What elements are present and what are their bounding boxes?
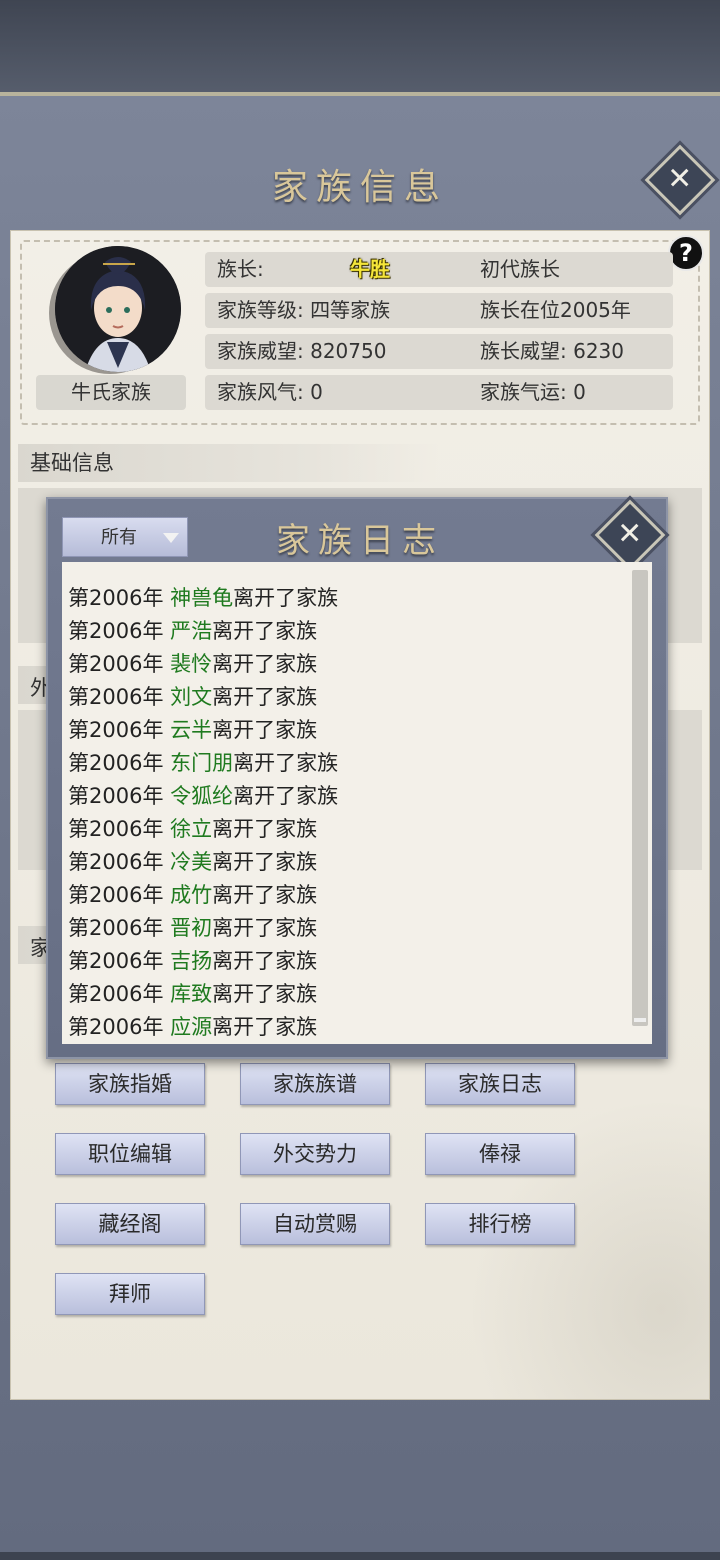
position-edit-button[interactable]: 职位编辑	[55, 1133, 205, 1175]
log-entry: 第2006年 晋初离开了家族	[68, 912, 338, 945]
log-entry: 第2006年 裴怜离开了家族	[68, 648, 338, 681]
leaderboard-button[interactable]: 排行榜	[425, 1203, 575, 1245]
diplomacy-button[interactable]: 外交势力	[240, 1133, 390, 1175]
log-entry-year: 第2006年	[68, 949, 164, 973]
stat-row-level: 家族等级: 四等家族 族长在位2005年	[205, 293, 673, 328]
log-entry-action: 离开了家族	[212, 916, 318, 940]
log-entry: 第2006年 东门朋离开了家族	[68, 747, 338, 780]
genealogy-button[interactable]: 家族族谱	[240, 1063, 390, 1105]
log-entry-year: 第2006年	[68, 817, 164, 841]
auto-reward-button[interactable]: 自动赏赐	[240, 1203, 390, 1245]
dropdown-arrow-icon	[163, 533, 179, 543]
log-entry-year: 第2006年	[68, 685, 164, 709]
log-entry-action: 离开了家族	[233, 751, 339, 775]
log-entry-name[interactable]: 严浩	[170, 619, 212, 643]
top-bar	[0, 0, 720, 92]
family-name: 牛氏家族	[36, 375, 186, 410]
leader-label: 族长:	[217, 257, 264, 281]
log-entry-action: 离开了家族	[212, 718, 318, 742]
log-entry-name[interactable]: 裴怜	[170, 652, 212, 676]
log-entry-name[interactable]: 库致	[170, 982, 212, 1006]
log-entry: 第2006年 神兽龟离开了家族	[68, 582, 338, 615]
log-entry-action: 离开了家族	[212, 883, 318, 907]
log-scrollbar[interactable]	[632, 570, 648, 1026]
log-list-box[interactable]: 第2006年 神兽龟离开了家族 第2006年 严浩离开了家族 第2006年 裴怜离开…	[62, 562, 652, 1044]
leader-generation: 初代族长	[480, 257, 560, 281]
stat-row-leader: 族长: 牛胜 初代族长	[205, 252, 673, 287]
log-entry-name[interactable]: 应源	[170, 1015, 212, 1039]
log-entry-action: 离开了家族	[212, 817, 318, 841]
family-morale: 家族风气: 0	[217, 380, 323, 404]
scrollbar-thumb[interactable]	[634, 1018, 646, 1022]
log-entry: 第2006年 严浩离开了家族	[68, 615, 338, 648]
filter-value: 所有	[101, 527, 137, 548]
log-entry-name[interactable]: 云半	[170, 718, 212, 742]
log-entry-name[interactable]: 冷美	[170, 850, 212, 874]
log-entry: 第2006年 刘文离开了家族	[68, 681, 338, 714]
close-icon: ✕	[617, 516, 643, 552]
log-entry: 第2006年 库致离开了家族	[68, 978, 338, 1011]
log-entry-year: 第2006年	[68, 916, 164, 940]
section-basic-info: 基础信息	[18, 444, 438, 482]
log-entry: 第2006年 吉扬离开了家族	[68, 945, 338, 978]
scripture-pavilion-button[interactable]: 藏经阁	[55, 1203, 205, 1245]
leader-name[interactable]: 牛胜	[350, 252, 390, 287]
leader-prestige: 族长威望: 6230	[480, 339, 624, 363]
log-entry-name[interactable]: 神兽龟	[170, 586, 233, 610]
log-entry-year: 第2006年	[68, 850, 164, 874]
log-entry-name[interactable]: 东门朋	[170, 751, 233, 775]
log-entry-year: 第2006年	[68, 883, 164, 907]
log-entry-action: 离开了家族	[212, 949, 318, 973]
stat-row-prestige: 家族威望: 820750 族长威望: 6230	[205, 334, 673, 369]
log-entry-action: 离开了家族	[212, 1015, 318, 1039]
log-entry: 第2006年 云半离开了家族	[68, 714, 338, 747]
close-icon: ✕	[667, 161, 693, 197]
log-entry-year: 第2006年	[68, 1015, 164, 1039]
log-entry-action: 离开了家族	[233, 586, 339, 610]
family-level: 家族等级: 四等家族	[217, 298, 391, 322]
log-list: 第2006年 神兽龟离开了家族 第2006年 严浩离开了家族 第2006年 裴怜离开…	[68, 582, 338, 1044]
log-entry-name[interactable]: 刘文	[170, 685, 212, 709]
avatar-portrait-icon	[55, 246, 181, 372]
marriage-button[interactable]: 家族指婚	[55, 1063, 205, 1105]
leader-tenure: 族长在位2005年	[480, 298, 631, 322]
log-entry-year: 第2006年	[68, 619, 164, 643]
log-entry-action: 离开了家族	[212, 685, 318, 709]
page-title: 家族信息	[271, 167, 448, 208]
log-entry-year: 第2006年	[68, 784, 164, 808]
log-entry: 第2006年 冷美离开了家族	[68, 846, 338, 879]
log-filter-dropdown[interactable]: 所有	[62, 517, 188, 557]
log-entry-action: 离开了家族	[212, 619, 318, 643]
log-entry-name[interactable]: 徐立	[170, 817, 212, 841]
log-entry-action: 离开了家族	[212, 850, 318, 874]
apprentice-button[interactable]: 拜师	[55, 1273, 205, 1315]
log-entry: 第2006年 应源离开了家族	[68, 1011, 338, 1044]
log-entry-name[interactable]: 吉扬	[170, 949, 212, 973]
log-entry-name[interactable]: 令狐纶	[170, 784, 233, 808]
family-prestige: 家族威望: 820750	[217, 339, 387, 363]
family-log-button[interactable]: 家族日志	[425, 1063, 575, 1105]
log-entry-year: 第2006年	[68, 718, 164, 742]
log-entry-name[interactable]: 成竹	[170, 883, 212, 907]
log-entry-action: 离开了家族	[212, 982, 318, 1006]
log-entry-action: 离开了家族	[212, 652, 318, 676]
log-entry-year: 第2006年	[68, 982, 164, 1006]
log-entry-action: 离开了家族	[233, 784, 339, 808]
avatar[interactable]	[55, 246, 181, 372]
bottom-strip	[0, 1552, 720, 1560]
family-fortune: 家族气运: 0	[480, 380, 586, 404]
log-entry-year: 第2006年	[68, 586, 164, 610]
log-entry: 第2006年 令狐纶离开了家族	[68, 780, 338, 813]
log-entry-name[interactable]: 晋初	[170, 916, 212, 940]
log-entry: 第2006年 成竹离开了家族	[68, 879, 338, 912]
stat-row-morale: 家族风气: 0 家族气运: 0	[205, 375, 673, 410]
help-question-icon[interactable]: ?	[668, 235, 704, 271]
salary-button[interactable]: 俸禄	[425, 1133, 575, 1175]
log-entry-year: 第2006年	[68, 652, 164, 676]
log-entry-year: 第2006年	[68, 751, 164, 775]
log-entry: 第2006年 徐立离开了家族	[68, 813, 338, 846]
